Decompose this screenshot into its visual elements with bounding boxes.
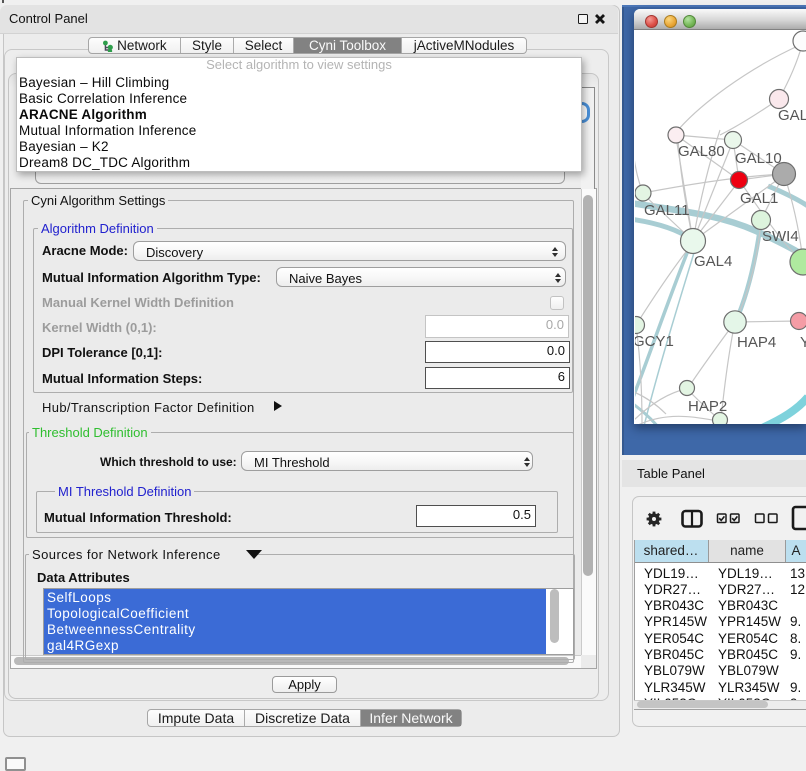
- svg-text:GCY1: GCY1: [635, 333, 674, 350]
- svg-text:GAL4: GAL4: [694, 253, 732, 270]
- svg-text:HAP2: HAP2: [688, 398, 727, 415]
- svg-text:GAL10: GAL10: [735, 150, 782, 167]
- svg-text:SWI4: SWI4: [762, 228, 799, 245]
- svg-text:GAL1: GAL1: [740, 190, 778, 207]
- svg-text:HAP4: HAP4: [737, 334, 776, 351]
- svg-text:Y: Y: [800, 334, 806, 351]
- svg-text:GAL11: GAL11: [644, 202, 690, 219]
- svg-text:GAL80: GAL80: [678, 143, 725, 160]
- svg-text:GAL: GAL: [778, 107, 806, 124]
